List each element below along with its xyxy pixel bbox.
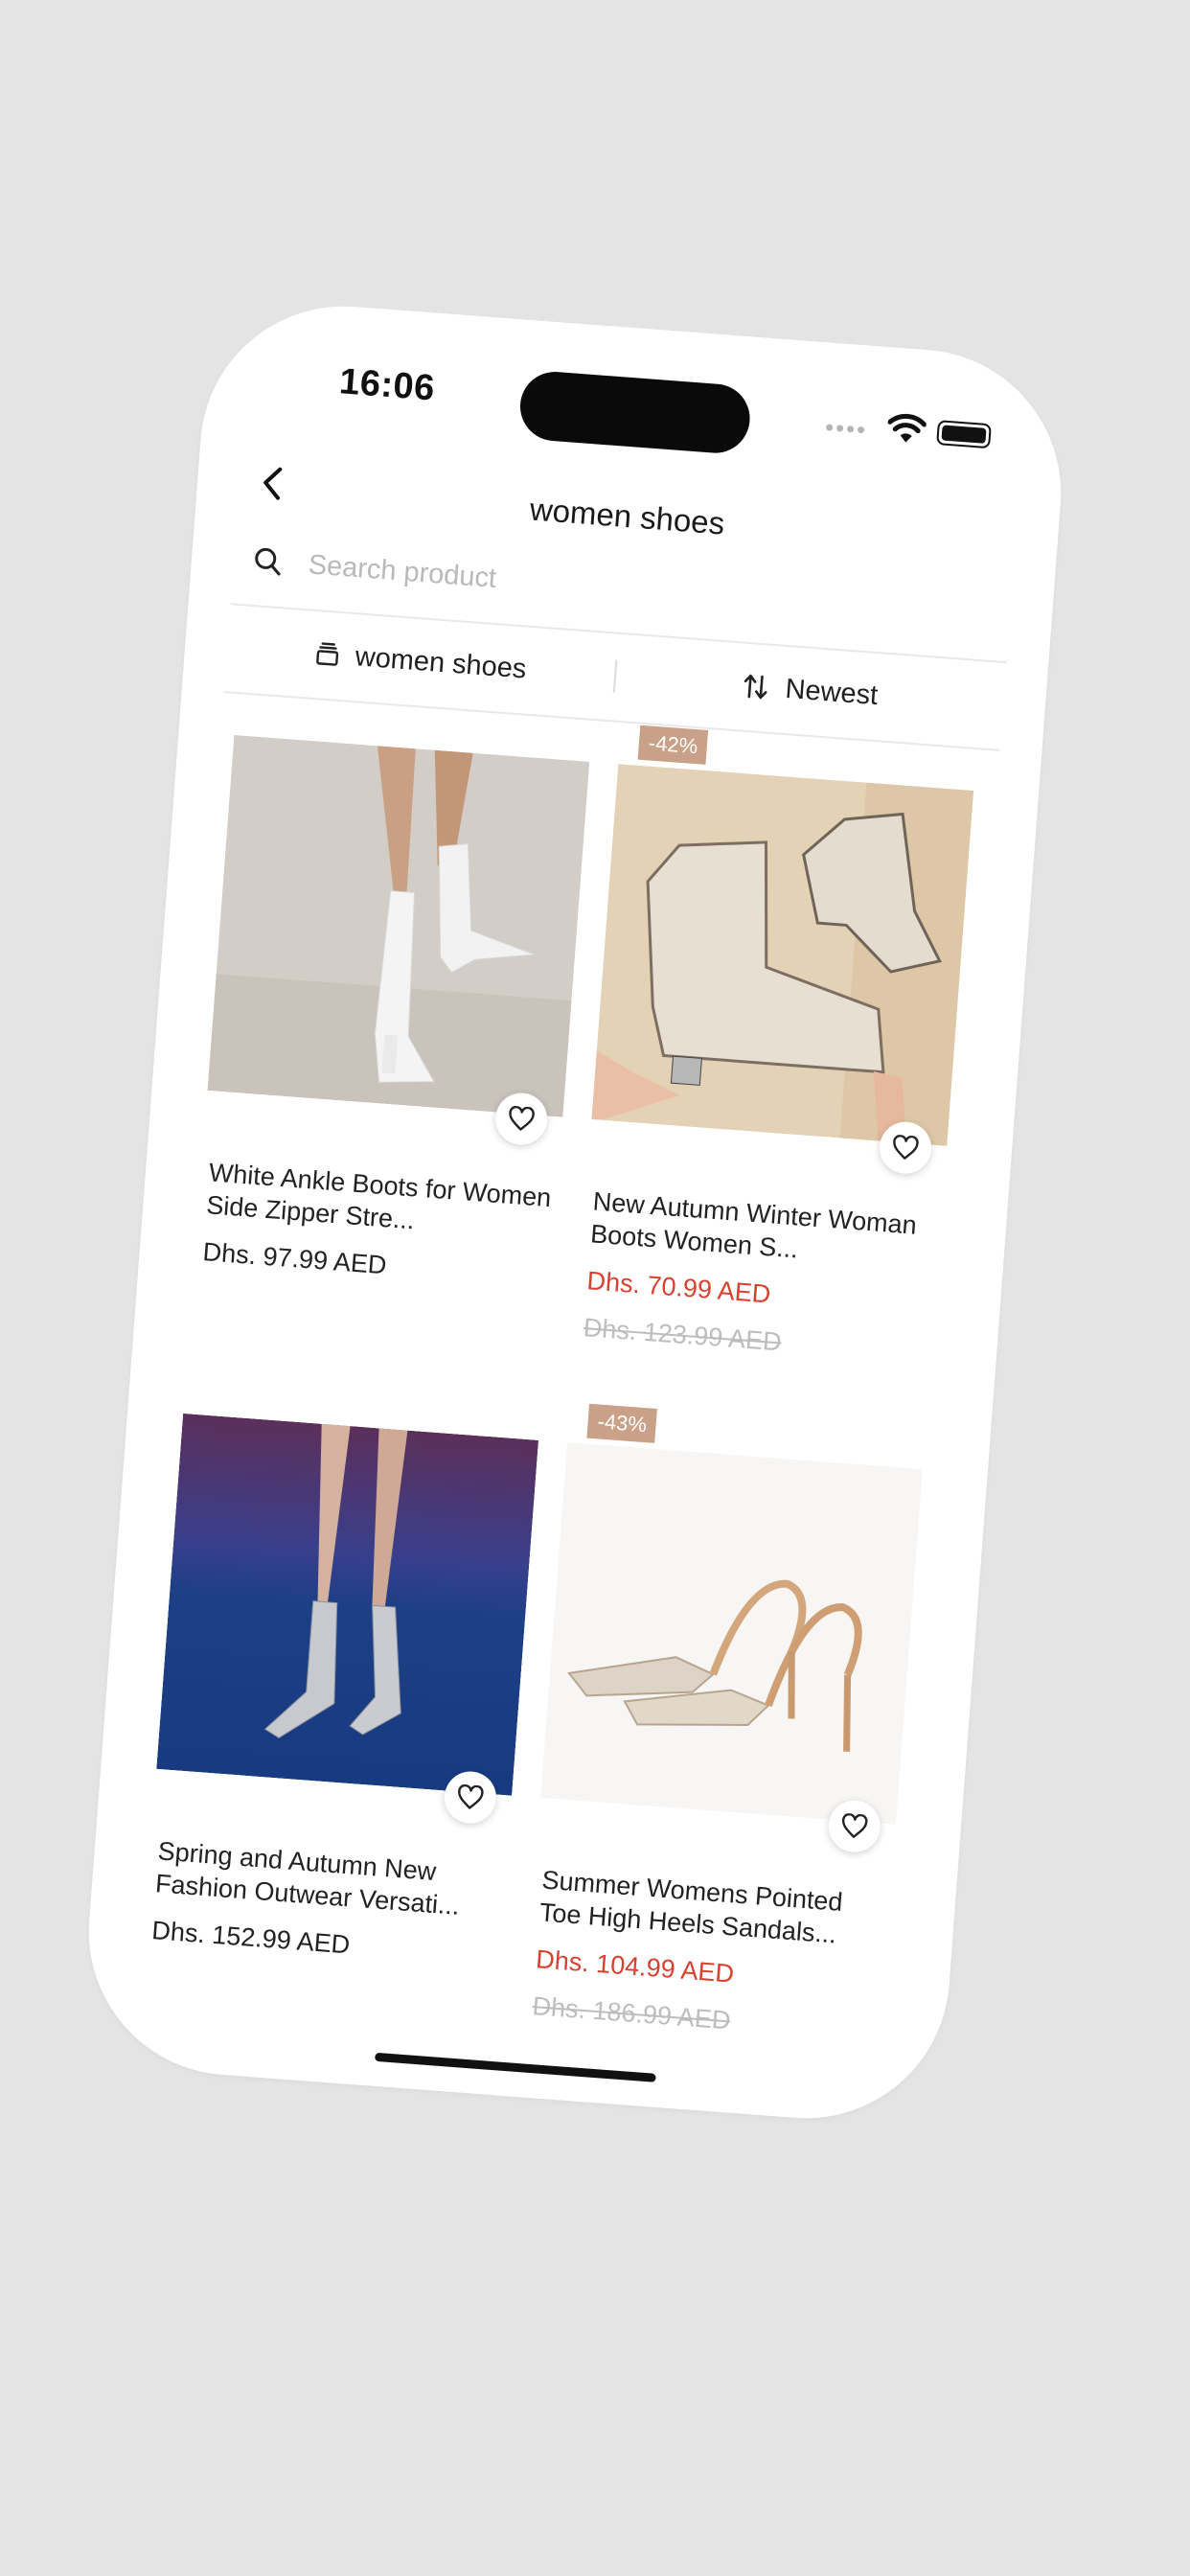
- wifi-icon: [887, 413, 927, 443]
- discount-badge: -43%: [586, 1403, 658, 1443]
- sort-label: Newest: [784, 673, 880, 711]
- product-card[interactable]: White Ankle Boots for Women Side Zipper …: [190, 734, 590, 1354]
- cellular-signal-icon: [825, 424, 865, 434]
- heart-icon: [893, 1134, 919, 1160]
- status-bar: 16:06: [200, 296, 1071, 504]
- heart-icon: [458, 1783, 484, 1809]
- product-sale-price: Dhs. 70.99 AED: [585, 1266, 772, 1309]
- search-icon: [255, 547, 281, 576]
- category-filter-label: women shoes: [354, 640, 528, 685]
- category-filter-button[interactable]: women shoes: [226, 632, 615, 692]
- heart-icon: [509, 1105, 535, 1131]
- product-image[interactable]: [156, 1413, 539, 1796]
- product-name[interactable]: Summer Womens Pointed Toe High Heels San…: [538, 1863, 889, 1954]
- product-price: Dhs. 97.99 AED: [201, 1237, 388, 1280]
- product-card[interactable]: Spring and Autumn New Fashion Outwear Ve…: [139, 1413, 539, 2033]
- heart-icon: [841, 1812, 868, 1838]
- product-sale-price: Dhs. 104.99 AED: [535, 1944, 736, 1989]
- product-original-price: Dhs. 123.99 AED: [582, 1313, 783, 1357]
- product-image[interactable]: [591, 764, 974, 1146]
- product-name[interactable]: Spring and Autumn New Fashion Outwear Ve…: [154, 1834, 505, 1925]
- product-image[interactable]: [540, 1442, 923, 1825]
- search-input[interactable]: [305, 547, 790, 618]
- product-card[interactable]: -43% Summer Womens Pointed Toe High Heel…: [522, 1403, 923, 2061]
- battery-icon: [936, 420, 992, 449]
- discount-badge: -42%: [637, 724, 709, 765]
- product-original-price: Dhs. 186.99 AED: [531, 1991, 732, 2036]
- dynamic-island: [517, 369, 753, 456]
- product-image[interactable]: [207, 734, 590, 1117]
- sort-arrows-icon: [744, 674, 767, 700]
- category-stack-icon: [316, 642, 339, 666]
- product-name[interactable]: White Ankle Boots for Women Side Zipper …: [205, 1156, 556, 1247]
- phone-screen: 16:06 women shoes women shoes: [78, 295, 1072, 2129]
- product-price: Dhs. 152.99 AED: [150, 1916, 352, 1960]
- product-name[interactable]: New Autumn Winter Woman Boots Women S...: [589, 1184, 940, 1276]
- status-time: 16:06: [337, 361, 437, 409]
- home-indicator[interactable]: [374, 2052, 656, 2082]
- sort-button[interactable]: Newest: [615, 660, 1004, 721]
- product-card[interactable]: -42% New Autumn Winter Woman Boots Women…: [574, 724, 974, 1383]
